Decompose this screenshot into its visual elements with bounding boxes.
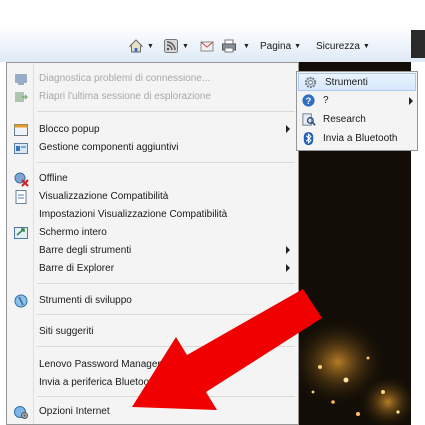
menu-item-lenovo-password-manager[interactable]: Lenovo Password Manager [7,356,298,374]
network-diagnostics-icon [15,74,27,85]
popup-blocker-icon [14,124,28,136]
page-dropdown-caret: ▼ [294,42,302,50]
menu-item-label: Opzioni Internet [39,406,110,417]
menu-item-label: Lenovo Password Manager [39,359,161,370]
submenu-item-strumenti[interactable]: Strumenti [298,73,416,91]
mail-button[interactable] [199,36,215,56]
security-menu-label: Sicurezza [316,40,360,52]
page-menu-label: Pagina [260,40,292,52]
rss-feeds-icon [164,39,178,53]
menu-separator [37,283,295,284]
home-icon [128,39,144,53]
menu-separator [37,346,295,347]
menu-separator [37,396,295,397]
fullscreen-icon [14,227,28,239]
menu-item-impostazioni-compatibilita[interactable]: Impostazioni Visualizzazione Compatibili… [7,206,298,224]
security-dropdown-caret: ▼ [362,42,370,50]
menu-item-label: Visualizzazione Compatibilità [39,191,169,202]
menu-item-schermo-intero[interactable]: Schermo intero [7,224,298,242]
print-dropdown-caret[interactable]: ▼ [243,43,250,50]
menu-item-label: Siti suggeriti [39,326,94,337]
menu-item-riapri-sessione[interactable]: Riapri l'ultima sessione di esplorazione [7,88,298,106]
menu-item-barre-explorer[interactable]: Barre di Explorer [7,260,298,278]
submenu-item-invia-bluetooth[interactable]: Invia a Bluetooth [297,130,417,148]
tools-submenu: Strumenti ? ? Research Invia a Bluetooth [296,71,418,151]
menu-separator [37,111,295,112]
menu-item-label: Gestione componenti aggiuntivi [39,142,179,153]
submenu-item-label: Strumenti [325,77,368,88]
security-menu-button[interactable]: Sicurezza ▼ [316,36,370,56]
menu-item-gestione-componenti[interactable]: Gestione componenti aggiuntivi [7,139,298,157]
menu-item-label: Riapri l'ultima sessione di esplorazione [39,91,211,102]
page-menu-button[interactable]: Pagina ▼ [260,36,301,56]
submenu-item-research[interactable]: Research [297,111,417,129]
submenu-arrow-icon [409,97,413,105]
menu-item-opzioni-internet[interactable]: Opzioni Internet [7,403,298,421]
research-icon [302,113,316,126]
tools-gear-icon [304,76,317,89]
command-bar: ▼ ▼ ▼ Pagina ▼ Sicurezza ▼ [0,0,425,62]
menu-item-blocco-popup[interactable]: Blocco popup [7,121,298,139]
submenu-arrow-icon [286,246,290,254]
menu-item-label: Offline [39,173,68,184]
feeds-button[interactable]: ▼ [163,36,189,56]
submenu-item-label: Invia a Bluetooth [323,133,398,144]
submenu-item-label: ? [323,95,329,106]
feeds-dropdown-caret[interactable]: ▼ [182,43,189,50]
menu-item-label: Strumenti di sviluppo [39,295,132,306]
compatibility-view-icon [15,190,27,204]
menu-item-label: Barre di Explorer [39,263,115,274]
addons-icon [14,143,28,154]
menu-item-label: Schermo intero [39,227,107,238]
submenu-item-help[interactable]: ? ? [297,92,417,110]
tools-button-edge[interactable] [411,30,425,58]
submenu-arrow-icon [286,264,290,272]
offline-icon [14,172,29,187]
menu-item-label: Barre degli strumenti [39,245,132,256]
bluetooth-icon [303,131,314,146]
tools-dropdown-menu: Diagnostica problemi di connessione... R… [6,62,299,425]
home-button[interactable]: ▼ [128,36,154,56]
menu-item-offline[interactable]: Offline [7,170,298,188]
menu-item-strumenti-sviluppo[interactable]: Strumenti di sviluppo [7,292,298,310]
submenu-item-label: Research [323,114,366,125]
menu-item-label: Impostazioni Visualizzazione Compatibili… [39,209,228,220]
internet-options-icon [14,406,28,419]
menu-separator [37,314,295,315]
home-dropdown-caret[interactable]: ▼ [147,43,154,50]
menu-item-label: Diagnostica problemi di connessione... [39,73,211,84]
menu-item-diagnostica[interactable]: Diagnostica problemi di connessione... [7,70,298,88]
menu-item-siti-suggeriti[interactable]: Siti suggeriti [7,323,298,341]
menu-item-invia-bluetooth[interactable]: Invia a periferica Bluetooth [7,374,298,392]
mail-icon [200,41,214,52]
menu-item-visualizzazione-compatibilita[interactable]: Visualizzazione Compatibilità [7,188,298,206]
reopen-session-icon [15,92,28,102]
help-icon: ? [302,94,315,107]
menu-item-barre-strumenti[interactable]: Barre degli strumenti [7,242,298,260]
menu-separator [37,162,295,163]
print-icon [222,39,236,53]
menu-item-label: Blocco popup [39,124,100,135]
print-button[interactable]: ▼ [221,36,250,56]
menu-item-label: Invia a periferica Bluetooth [39,377,158,388]
svg-text:?: ? [306,96,312,106]
developer-tools-icon [14,294,28,308]
submenu-arrow-icon [286,125,290,133]
